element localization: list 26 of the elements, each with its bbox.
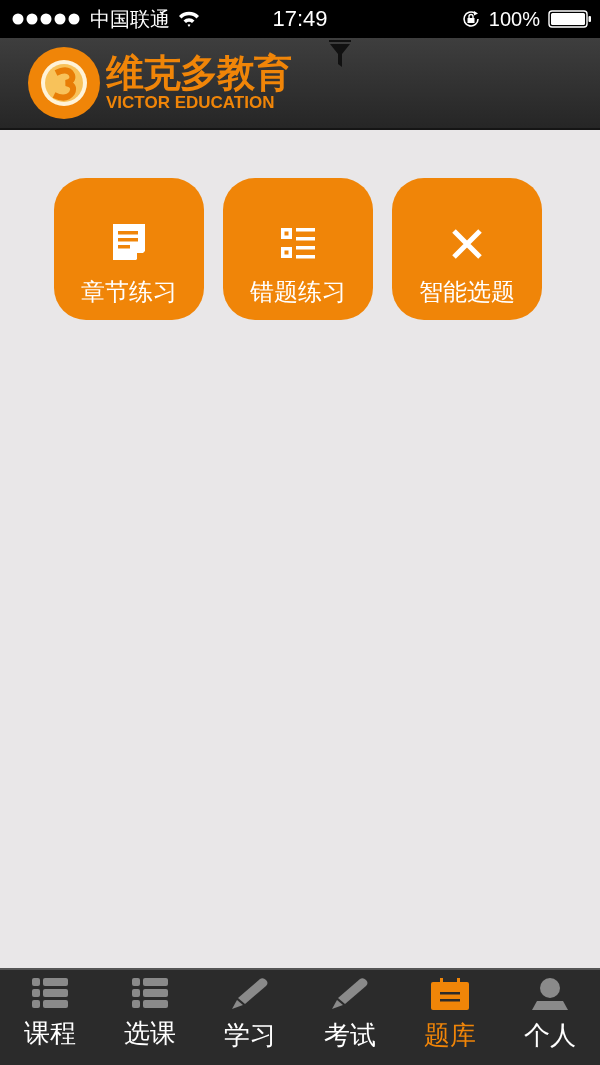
- brand-name-english: VICTOR EDUCATION: [106, 93, 276, 113]
- carrier-name: 中国联通: [90, 6, 170, 32]
- battery-percent: 100%: [488, 7, 540, 31]
- wifi-icon: [178, 11, 200, 27]
- tab-item[interactable]: 选课: [100, 970, 200, 1065]
- funnel-icon[interactable]: [329, 40, 351, 68]
- calendar-icon: [431, 978, 469, 1010]
- tab-item[interactable]: 课程: [0, 970, 100, 1065]
- tab-item[interactable]: 题库: [400, 970, 500, 1065]
- signal-icon: [12, 13, 82, 25]
- pencil-icon: [231, 978, 269, 1010]
- brand-name: 维克多教育: [106, 53, 291, 93]
- rotation-lock-icon: [460, 9, 481, 29]
- person-icon: [531, 978, 569, 1010]
- tab-item[interactable]: 考试: [300, 970, 400, 1065]
- list-icon: [281, 228, 315, 260]
- tab-item[interactable]: 个人: [500, 970, 600, 1065]
- close-icon: [451, 228, 483, 260]
- logo-icon: [28, 47, 100, 119]
- pencil-icon: [331, 978, 369, 1010]
- tab-item[interactable]: 学习: [200, 970, 300, 1065]
- battery-icon: [548, 10, 592, 28]
- list-icon: [32, 978, 68, 1008]
- document-icon: [113, 224, 145, 260]
- clock-time: 17:49: [272, 6, 328, 32]
- list-icon: [132, 978, 168, 1008]
